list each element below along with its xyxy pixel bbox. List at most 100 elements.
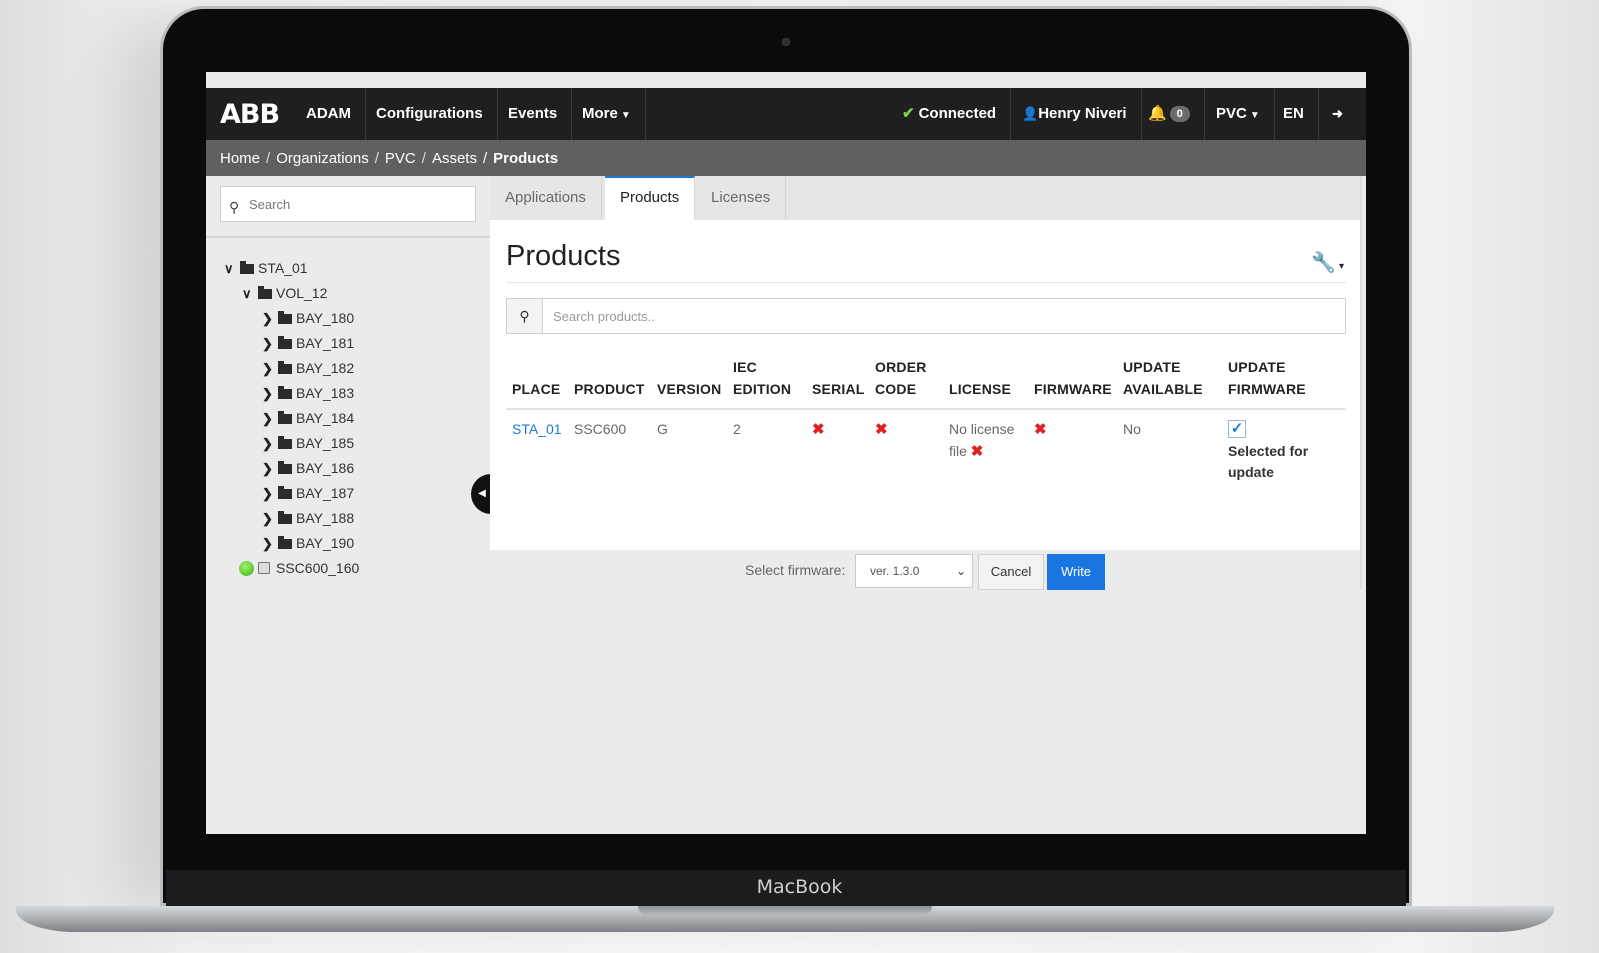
sidebar-divider [206, 236, 490, 238]
column-header-firmware[interactable]: FIRMWARE [1034, 378, 1112, 400]
user-icon: 👤 [1022, 106, 1039, 121]
column-header-iec-edition[interactable]: EDITION [733, 378, 791, 400]
notifications-button[interactable]: 🔔 0 [1134, 88, 1205, 140]
nav-more[interactable]: More ▼ [568, 88, 646, 140]
folder-icon [278, 361, 292, 374]
folder-icon [278, 436, 292, 449]
breadcrumb-pvc[interactable]: PVC [385, 150, 416, 167]
cell-product: SSC600 [574, 421, 627, 437]
selected-for-update-label: Selected for [1228, 443, 1309, 459]
cell-iec-edition: 2 [733, 421, 741, 437]
asset-tree-sidebar: ⚲ ∨STA_01 ∨VOL_12 ❯BAY_180 ❯BAY_181 ❯BAY… [206, 176, 493, 590]
wrench-icon: 🔧 [1311, 252, 1336, 274]
bell-icon: 🔔 [1148, 105, 1167, 122]
user-name: Henry Niveri [1038, 105, 1127, 122]
folder-icon [278, 386, 292, 399]
sidebar-search-input[interactable] [249, 193, 469, 215]
breadcrumb-organizations[interactable]: Organizations [276, 150, 369, 167]
selected-for-update-label: update [1228, 464, 1274, 480]
tree-item-bay[interactable]: ❯ BAY_181 [262, 333, 354, 353]
chevron-right-icon: ❯ [262, 411, 273, 426]
tree-item-bay[interactable]: ❯ BAY_188 [262, 508, 354, 528]
column-header-place[interactable]: PLACE [512, 378, 560, 400]
column-header-serial[interactable]: SERIAL [812, 378, 865, 400]
tree-item-vol-12[interactable]: ∨ VOL_12 [242, 283, 327, 303]
tree-item-bay[interactable]: ❯ BAY_186 [262, 458, 354, 478]
app-screen: ABB ADAM Configurations Events More ▼ ✔ Co… [206, 72, 1366, 834]
cell-serial: ✖ [812, 418, 825, 441]
update-firmware-checkbox[interactable]: ✓ [1228, 420, 1246, 438]
org-switcher[interactable]: PVC ▼ [1202, 88, 1275, 140]
top-navbar: ABB ADAM Configurations Events More ▼ ✔ Co… [206, 88, 1366, 140]
caret-down-icon: ▼ [620, 110, 631, 121]
tab-products[interactable]: Products [605, 176, 696, 220]
error-x-icon: ✖ [812, 421, 825, 438]
tree-item-bay[interactable]: ❯ BAY_187 [262, 483, 354, 503]
page-title: Products [506, 240, 621, 272]
tree-item-sta-01[interactable]: ∨ STA_01 [224, 258, 308, 278]
chevron-right-icon: ❯ [262, 311, 273, 326]
cell-place: STA_01 [512, 418, 562, 440]
online-status-icon [239, 561, 254, 576]
tab-applications[interactable]: Applications [490, 176, 602, 220]
tab-licenses[interactable]: Licenses [696, 176, 787, 220]
tree-item-device[interactable]: SSC600_160 [239, 558, 359, 578]
tree-item-bay[interactable]: ❯ BAY_180 [262, 308, 354, 328]
chevron-right-icon: ❯ [262, 511, 273, 526]
column-header-license[interactable]: LICENSE [949, 378, 1011, 400]
tree-item-bay[interactable]: ❯ BAY_182 [262, 358, 354, 378]
column-header-iec-edition[interactable]: IEC [733, 356, 757, 378]
column-header-order-code[interactable]: CODE [875, 378, 916, 400]
error-x-icon: ✖ [875, 421, 888, 438]
column-header-update-firmware[interactable]: FIRMWARE [1228, 378, 1306, 400]
folder-icon [278, 486, 292, 499]
chevron-right-icon: ❯ [262, 361, 273, 376]
panel-edge [1360, 176, 1362, 590]
folder-icon [278, 511, 292, 524]
chevron-right-icon: ❯ [262, 386, 273, 401]
firmware-action-bar: Select firmware: ver. 1.3.0 ⌄ Cancel Wri… [490, 550, 1360, 590]
cell-firmware: ✖ [1034, 418, 1047, 441]
chevron-right-icon: ❯ [262, 486, 273, 501]
column-header-update-available[interactable]: AVAILABLE [1123, 378, 1203, 400]
write-button[interactable]: Write [1047, 554, 1105, 590]
sidebar-search[interactable]: ⚲ [220, 186, 476, 222]
logout-button[interactable]: ➜ [1318, 88, 1357, 140]
wrench-menu[interactable]: 🔧 ▾ [1311, 250, 1344, 275]
cell-license: No license [949, 421, 1015, 437]
tree-item-bay[interactable]: ❯ BAY_185 [262, 433, 354, 453]
breadcrumb-assets[interactable]: Assets [432, 150, 477, 167]
nav-configurations[interactable]: Configurations [362, 88, 498, 140]
cell-license: file ✖ [949, 443, 984, 460]
tree-item-bay[interactable]: ❯ BAY_190 [262, 533, 354, 553]
column-header-version[interactable]: VERSION [657, 378, 721, 400]
breadcrumb-home[interactable]: Home [220, 150, 260, 167]
tree-item-bay[interactable]: ❯ BAY_184 [262, 408, 354, 428]
user-menu[interactable]: 👤Henry Niveri [1008, 88, 1142, 140]
chevron-right-icon: ❯ [262, 461, 273, 476]
products-search-input[interactable] [553, 305, 1333, 327]
nav-adam[interactable]: ADAM [292, 88, 366, 140]
chevron-down-icon: ∨ [224, 261, 234, 276]
column-header-order-code[interactable]: ORDER [875, 356, 927, 378]
caret-down-icon: ▾ [1338, 261, 1344, 272]
nav-events[interactable]: Events [494, 88, 573, 140]
chevron-down-icon: ∨ [242, 286, 252, 301]
cell-order-code: ✖ [875, 418, 888, 441]
cancel-button[interactable]: Cancel [978, 554, 1044, 590]
column-header-update-available[interactable]: UPDATE [1123, 356, 1181, 378]
column-header-product[interactable]: PRODUCT [574, 378, 645, 400]
nav-more-label: More [582, 105, 618, 122]
column-header-update-firmware[interactable]: UPDATE [1228, 356, 1286, 378]
place-link[interactable]: STA_01 [512, 421, 562, 437]
cell-update-available: No [1123, 421, 1141, 437]
language-switcher[interactable]: EN [1269, 88, 1319, 140]
products-search[interactable]: ⚲ [506, 298, 1346, 334]
connection-status: ✔ Connected [888, 88, 1012, 140]
folder-icon [278, 336, 292, 349]
search-icon: ⚲ [507, 299, 543, 333]
logout-icon: ➜ [1332, 106, 1343, 121]
abb-logo[interactable]: ABB [220, 99, 280, 130]
tree-item-bay[interactable]: ❯ BAY_183 [262, 383, 354, 403]
firmware-select[interactable]: ver. 1.3.0 ⌄ [855, 554, 973, 588]
